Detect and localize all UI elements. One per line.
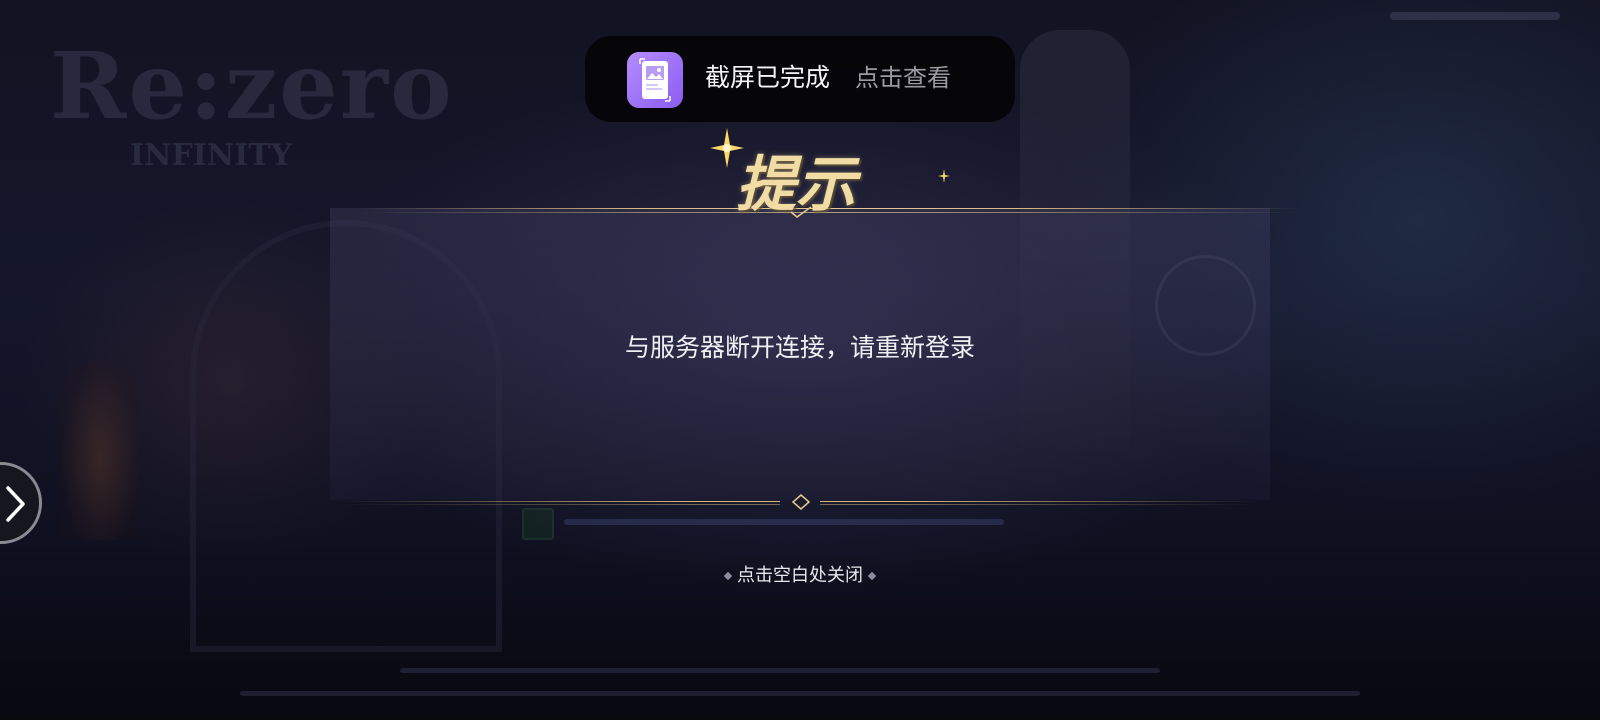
sparkle-small-icon — [938, 169, 950, 183]
bottom-divider — [340, 494, 1260, 510]
background-lantern — [60, 360, 140, 540]
close-hint[interactable]: 点击空白处关闭 — [710, 562, 890, 590]
logo-subtitle: INFINITY — [130, 138, 292, 173]
screenshot-gallery-icon — [627, 52, 683, 108]
background-top-right-text — [1390, 12, 1560, 20]
title-ornament-icon — [790, 206, 812, 218]
game-logo: Re:zero INFINITY — [50, 32, 454, 220]
diamond-bullet-icon — [867, 571, 877, 581]
side-expand-button[interactable] — [0, 462, 42, 544]
toast-view-link[interactable]: 点击查看 — [855, 60, 951, 96]
dialog-message: 与服务器断开连接，请重新登录 — [624, 333, 975, 362]
background-agreement-checkbox — [522, 508, 1022, 540]
screenshot-toast[interactable]: 截屏已完成 点击查看 — [585, 36, 1015, 122]
close-hint-label: 点击空白处关闭 — [737, 565, 863, 586]
logo-text: Re:zero — [50, 32, 454, 140]
diamond-ornament-icon — [792, 494, 810, 510]
background-footer-text — [240, 668, 1360, 706]
toast-title: 截屏已完成 — [705, 63, 831, 92]
diamond-bullet-icon — [723, 571, 733, 581]
game-screen[interactable]: Re:zero INFINITY 提示 与服务器断开连接，请重新登录 点击空白处… — [0, 0, 1600, 720]
chevron-right-icon — [6, 486, 25, 522]
